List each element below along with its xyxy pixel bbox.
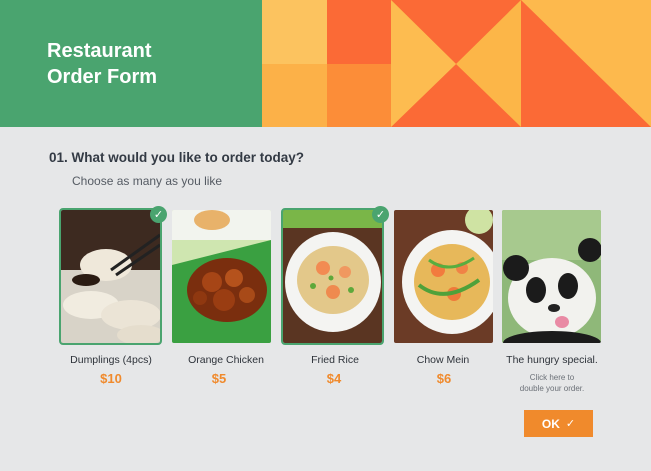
item-price-dumplings: $10 <box>100 371 122 386</box>
selected-check-icon: ✓ <box>150 206 167 223</box>
ok-button-label: OK <box>541 416 560 431</box>
question-subtitle: Choose as many as you like <box>72 174 223 188</box>
item-price-orange-chicken: $5 <box>211 371 227 386</box>
selected-check-icon: ✓ <box>372 206 389 223</box>
header-banner: Restaurant Order Form <box>0 0 651 127</box>
option-card-dumplings[interactable] <box>59 208 162 345</box>
option-card-fried-rice[interactable] <box>281 208 384 345</box>
header-title-panel: Restaurant Order Form <box>0 0 262 127</box>
item-label-orange-chicken: Orange Chicken <box>188 354 264 366</box>
question-title: 01. What would you like to order today? <box>49 150 305 165</box>
item-label-fried-rice: Fried Rice <box>311 354 359 366</box>
item-label-chow-mein: Chow Mein <box>416 354 470 366</box>
option-card-hungry-special[interactable] <box>502 210 601 343</box>
orange-chicken-image <box>172 210 271 343</box>
ok-button[interactable]: OK ✓ <box>524 410 593 437</box>
item-hint-hungry-special[interactable]: Click here to double your order. <box>492 372 612 394</box>
item-price-chow-mein: $6 <box>436 371 452 386</box>
dumplings-image <box>61 210 160 343</box>
item-label-hungry-special: The hungry special. <box>506 354 598 366</box>
item-price-fried-rice: $4 <box>326 371 342 386</box>
check-icon: ✓ <box>565 417 576 430</box>
panda-image <box>502 210 601 343</box>
item-label-dumplings: Dumplings (4pcs) <box>70 354 152 366</box>
header-geometric-pattern <box>262 0 651 127</box>
option-card-orange-chicken[interactable] <box>172 210 271 343</box>
option-card-chow-mein[interactable] <box>394 210 493 343</box>
page-title: Restaurant Order Form <box>47 40 158 88</box>
fried-rice-image <box>283 210 382 343</box>
chow-mein-image <box>394 210 493 343</box>
